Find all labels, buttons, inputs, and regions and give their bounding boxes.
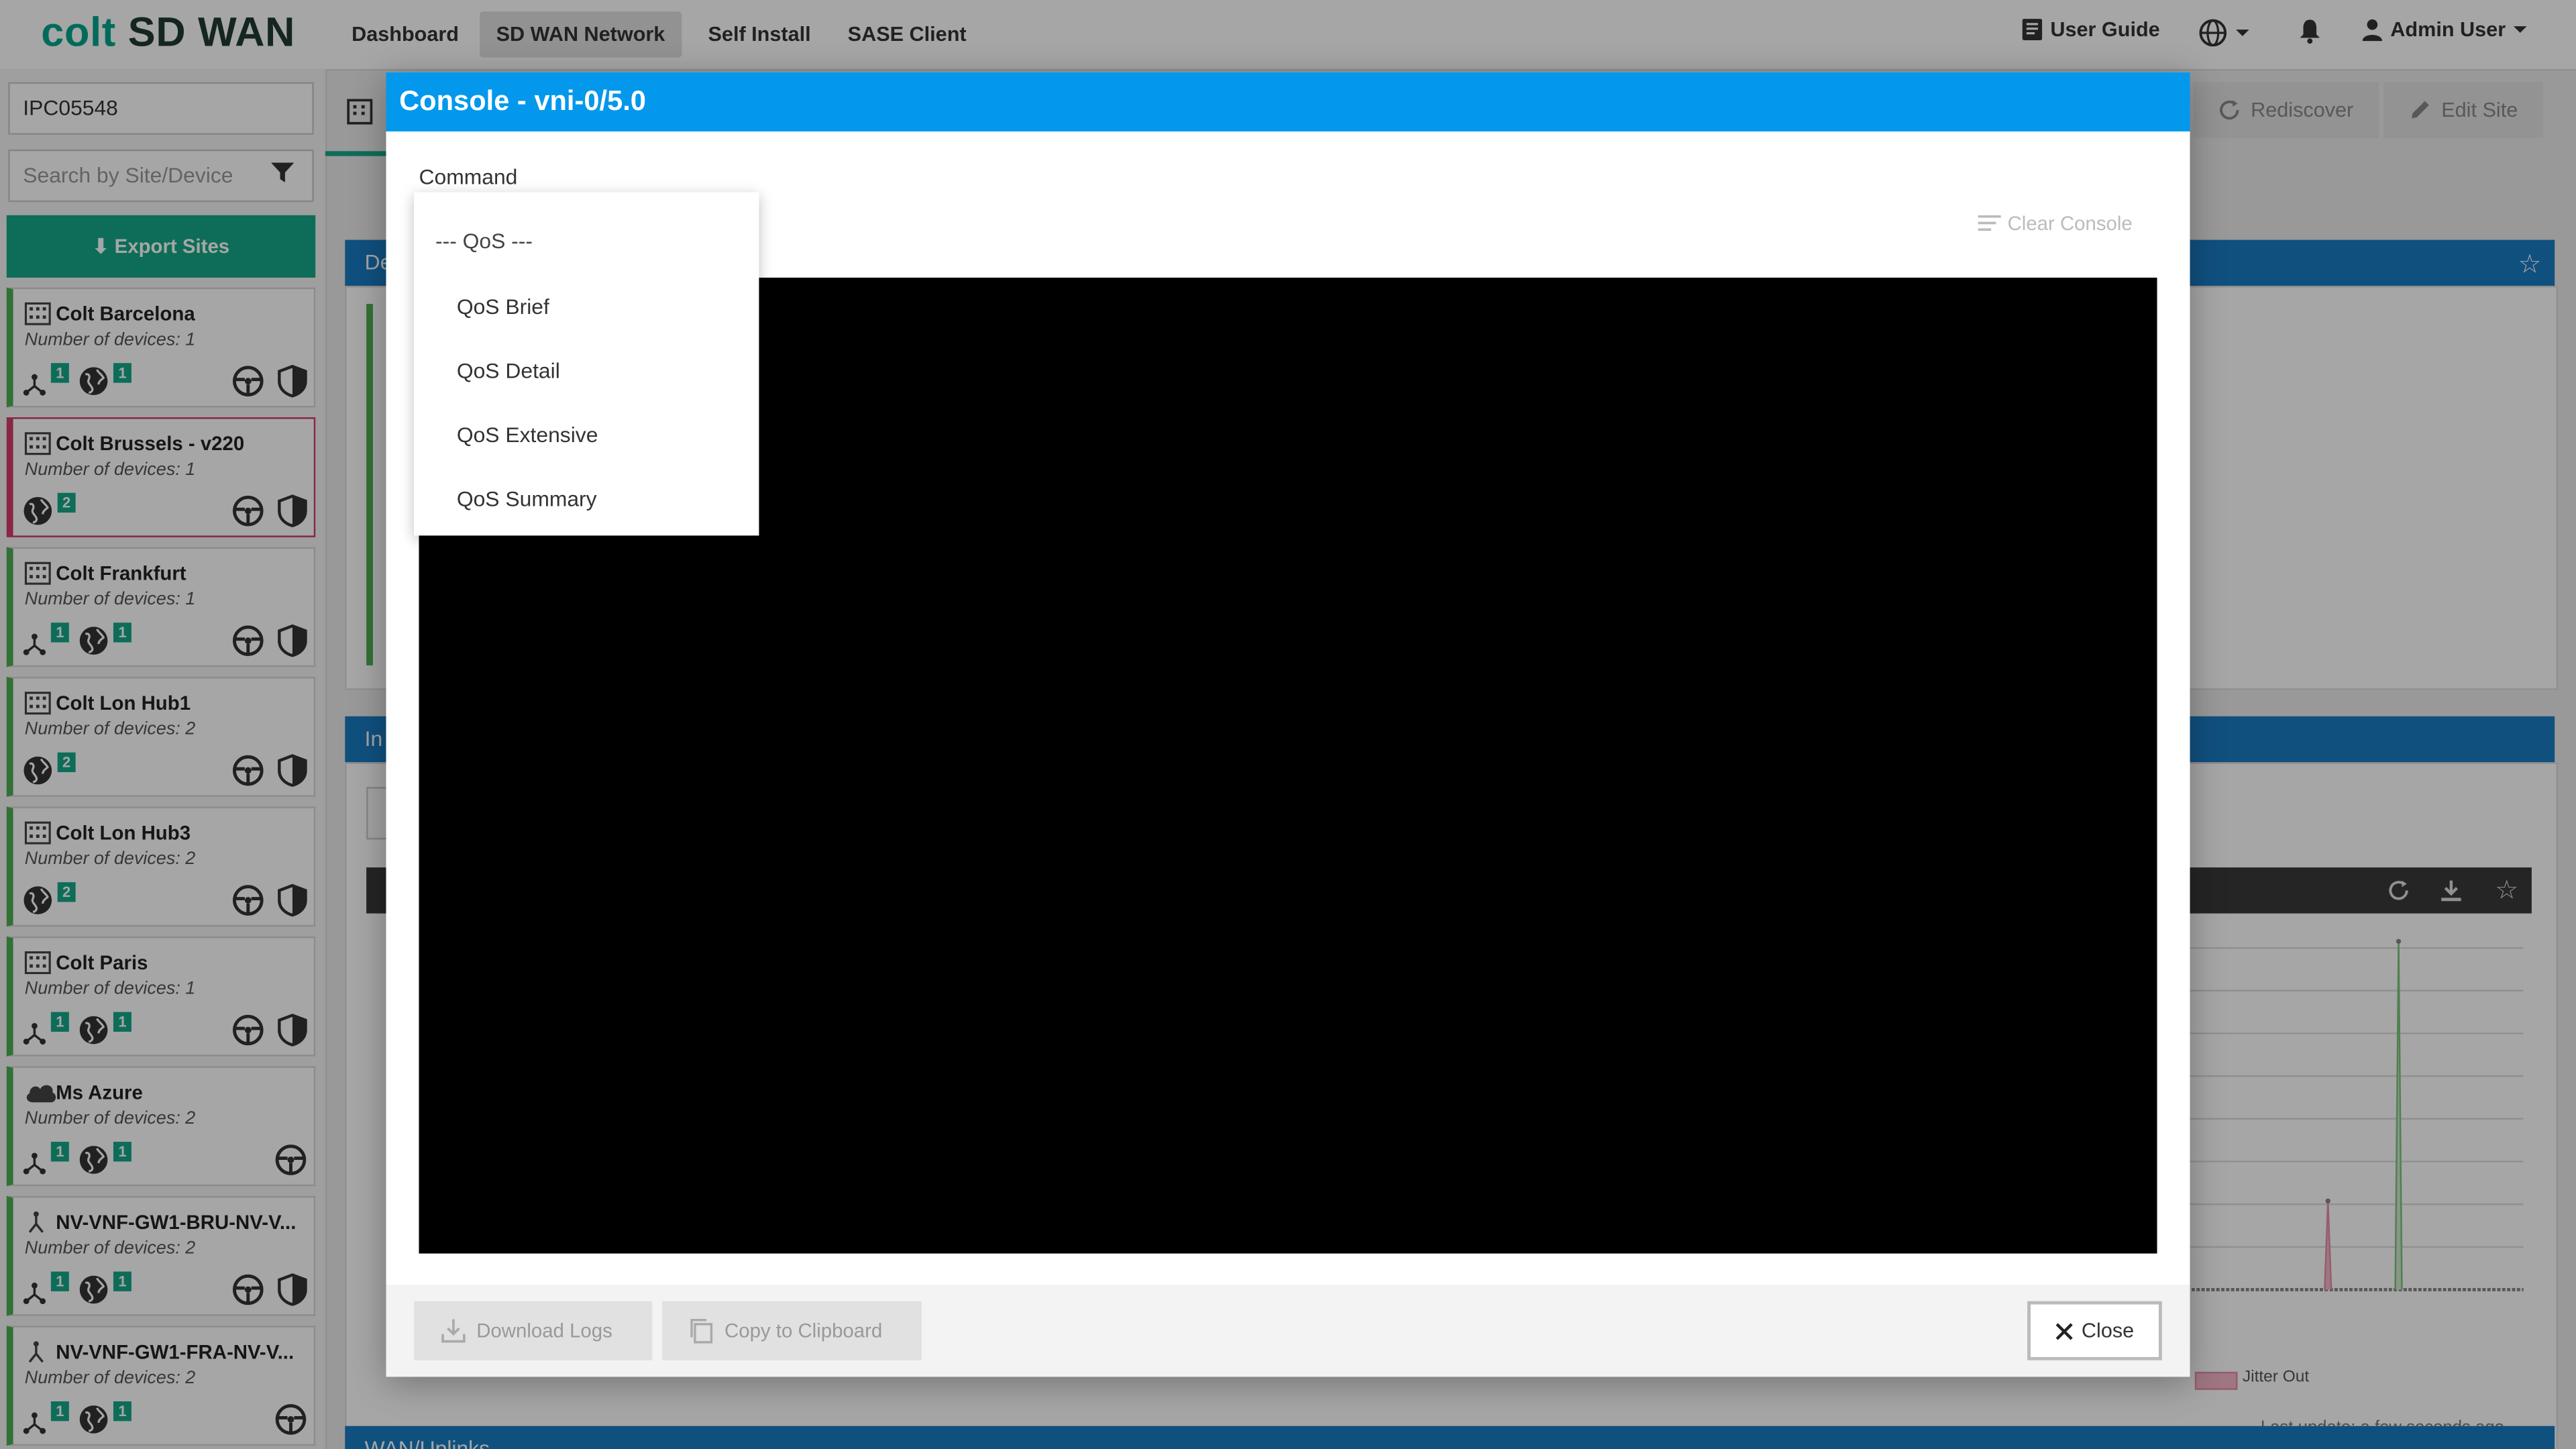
- dropdown-option-qos-brief[interactable]: QoS Brief: [457, 294, 549, 319]
- command-label: Command: [419, 164, 518, 189]
- command-dropdown: --- QoS --- QoS Brief QoS Detail QoS Ext…: [414, 192, 759, 536]
- app: colt SD WAN Dashboard SD WAN Network Sel…: [0, 0, 2576, 1449]
- download-logs-label: Download Logs: [476, 1319, 612, 1342]
- dropdown-option-qos-detail[interactable]: QoS Detail: [457, 358, 560, 383]
- copy-icon: [690, 1319, 713, 1344]
- modal-footer: Download Logs Copy to Clipboard Close: [386, 1285, 2190, 1377]
- close-icon: [2055, 1322, 2073, 1340]
- copy-clipboard-button[interactable]: Copy to Clipboard: [661, 1301, 922, 1360]
- copy-clipboard-label: Copy to Clipboard: [724, 1319, 883, 1342]
- lines-icon: [1978, 215, 2001, 231]
- dropdown-option-qos-extensive[interactable]: QoS Extensive: [457, 422, 598, 447]
- dropdown-group-qos: --- QoS ---: [435, 228, 533, 254]
- close-label: Close: [2081, 1319, 2135, 1342]
- close-button[interactable]: Close: [2027, 1301, 2162, 1360]
- dropdown-option-qos-summary[interactable]: QoS Summary: [457, 486, 597, 511]
- download-logs-button[interactable]: Download Logs: [414, 1301, 653, 1360]
- download-icon: [441, 1319, 466, 1343]
- clear-console-button[interactable]: Clear Console: [1978, 211, 2133, 235]
- clear-console-label: Clear Console: [2007, 211, 2133, 235]
- modal-title: Console - vni-0/5.0: [386, 72, 2190, 131]
